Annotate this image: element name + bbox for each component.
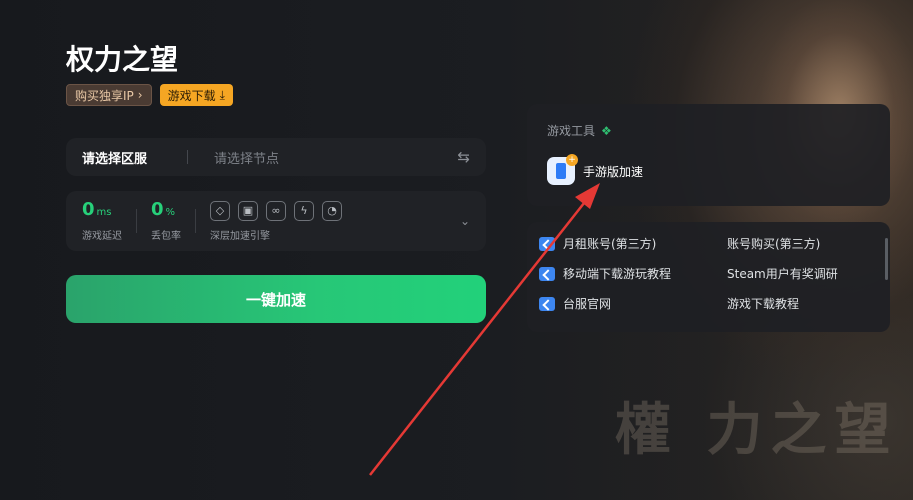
mobile-accelerate-tool[interactable]: + 手游版加速 xyxy=(547,154,870,185)
game-title: 权力之望 xyxy=(66,43,179,76)
download-icon: ⤓ xyxy=(219,87,225,102)
loss-unit: % xyxy=(165,207,176,218)
buy-dedicated-ip-button[interactable]: 购买独享IP › xyxy=(66,84,152,106)
latency-caption: 游戏延迟 xyxy=(82,231,122,242)
game-tags: 购买独享IP › 游戏下载 ⤓ xyxy=(66,84,233,106)
mobile-accelerate-label: 手游版加速 xyxy=(583,164,644,179)
background-game-logo: 權 力之望 xyxy=(615,397,899,463)
link-download-tutorial[interactable]: 游戏下载教程 xyxy=(715,296,885,311)
buy-ip-label: 购买独享IP xyxy=(75,88,134,103)
engine-caption: 深层加速引擎 xyxy=(210,230,270,242)
bolt-engine-icon[interactable]: ϟ xyxy=(294,200,314,221)
download-label: 游戏下载 xyxy=(167,88,216,103)
divider xyxy=(187,150,189,164)
link-label: Steam用户有奖调研 xyxy=(727,267,838,281)
swap-icon[interactable]: ⇆ xyxy=(457,148,470,166)
link-icon xyxy=(539,296,555,311)
link-icon xyxy=(539,236,555,251)
link-label: 移动端下载游玩教程 xyxy=(563,267,672,281)
acceleration-stats: 0 ms 游戏延迟 0% 丢包率 ◇ ▣ ∞ ϟ ◔ 深层加速引擎 ⌄ xyxy=(66,191,486,251)
node-select[interactable]: 请选择节点 xyxy=(214,148,457,167)
region-selector: 请选择区服 请选择节点 ⇆ xyxy=(66,138,486,176)
link-official-site[interactable]: 台服官网 xyxy=(539,296,715,311)
one-click-accelerate-button[interactable]: 一键加速 xyxy=(66,275,486,323)
deep-engine: ◇ ▣ ∞ ϟ ◔ 深层加速引擎 xyxy=(210,200,342,242)
link-label: 账号购买(第三方) xyxy=(727,237,821,251)
link-monthly-account[interactable]: 月租账号(第三方) xyxy=(539,236,715,251)
cube-icon: ❖ xyxy=(601,123,612,138)
image-engine-icon[interactable]: ▣ xyxy=(238,200,258,221)
chain-engine-icon[interactable]: ∞ xyxy=(266,200,286,221)
link-label: 台服官网 xyxy=(563,297,612,311)
gauge-engine-icon[interactable]: ◔ xyxy=(322,200,342,221)
latency-unit: ms xyxy=(96,207,112,218)
divider xyxy=(195,209,196,233)
divider xyxy=(136,209,137,233)
latency-stat: 0 ms 游戏延迟 xyxy=(82,199,122,243)
loss-caption: 丢包率 xyxy=(151,231,181,242)
link-label: 月租账号(第三方) xyxy=(563,237,657,251)
game-tools-heading: 游戏工具 xyxy=(547,124,596,138)
chevron-down-icon[interactable]: ⌄ xyxy=(460,214,470,228)
link-engine-icon[interactable]: ◇ xyxy=(210,200,230,221)
latency-value: 0 xyxy=(82,199,95,220)
chevron-right-icon: › xyxy=(137,88,143,102)
link-steam-survey[interactable]: Steam用户有奖调研 xyxy=(715,266,885,281)
link-account-purchase[interactable]: 账号购买(第三方) xyxy=(715,236,885,251)
game-tools-panel: 游戏工具 ❖ + 手游版加速 xyxy=(527,104,890,206)
phone-icon: + xyxy=(547,154,578,185)
badge-icon: + xyxy=(566,154,578,166)
loss-value: 0 xyxy=(151,199,164,220)
link-icon xyxy=(539,266,555,281)
links-scrollbar[interactable] xyxy=(885,238,888,280)
server-select[interactable]: 请选择区服 xyxy=(82,148,147,167)
link-mobile-tutorial[interactable]: 移动端下载游玩教程 xyxy=(539,266,715,281)
game-links-panel: 月租账号(第三方) 账号购买(第三方) 移动端下载游玩教程 Steam用户有奖调… xyxy=(527,222,890,332)
game-download-button[interactable]: 游戏下载 ⤓ xyxy=(159,84,233,106)
packet-loss-stat: 0% 丢包率 xyxy=(151,199,181,243)
link-label: 游戏下载教程 xyxy=(727,297,800,311)
